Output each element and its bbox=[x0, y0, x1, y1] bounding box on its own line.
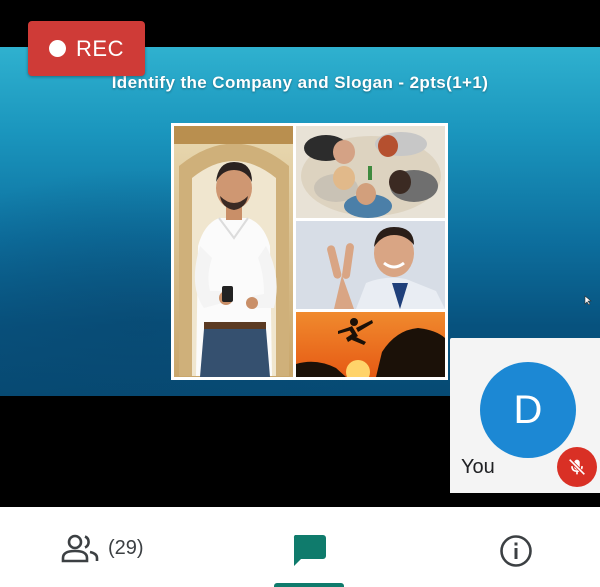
self-name-label: You bbox=[461, 456, 495, 478]
friends-group-photo bbox=[296, 126, 445, 218]
bottom-toolbar: (29) bbox=[0, 507, 600, 587]
self-avatar: D bbox=[480, 362, 576, 458]
victory-sign-man-photo bbox=[296, 221, 445, 309]
info-icon bbox=[500, 535, 532, 567]
microphone-muted-button[interactable] bbox=[557, 447, 597, 487]
participant-count: (29) bbox=[108, 536, 144, 559]
people-icon bbox=[61, 534, 99, 563]
slide-title: Identify the Company and Slogan - 2pts(1… bbox=[111, 73, 489, 92]
chat-tab-active-indicator bbox=[274, 583, 344, 587]
recording-dot-icon bbox=[49, 40, 67, 57]
participants-button[interactable]: (29) bbox=[60, 531, 144, 565]
chat-icon bbox=[293, 535, 326, 566]
chat-button[interactable] bbox=[290, 532, 328, 568]
mic-off-icon bbox=[568, 458, 586, 476]
meeting-stage: Identify the Company and Slogan - 2pts(1… bbox=[0, 0, 600, 507]
self-video-tile[interactable]: D You bbox=[450, 338, 600, 493]
recording-label: REC bbox=[76, 35, 124, 61]
mouse-pointer-icon bbox=[584, 295, 592, 305]
recording-badge: REC bbox=[28, 21, 145, 76]
man-with-phone-photo bbox=[174, 126, 293, 377]
sunset-jump-photo bbox=[296, 312, 445, 377]
photo-collage bbox=[171, 123, 448, 380]
meeting-info-button[interactable] bbox=[498, 533, 534, 569]
